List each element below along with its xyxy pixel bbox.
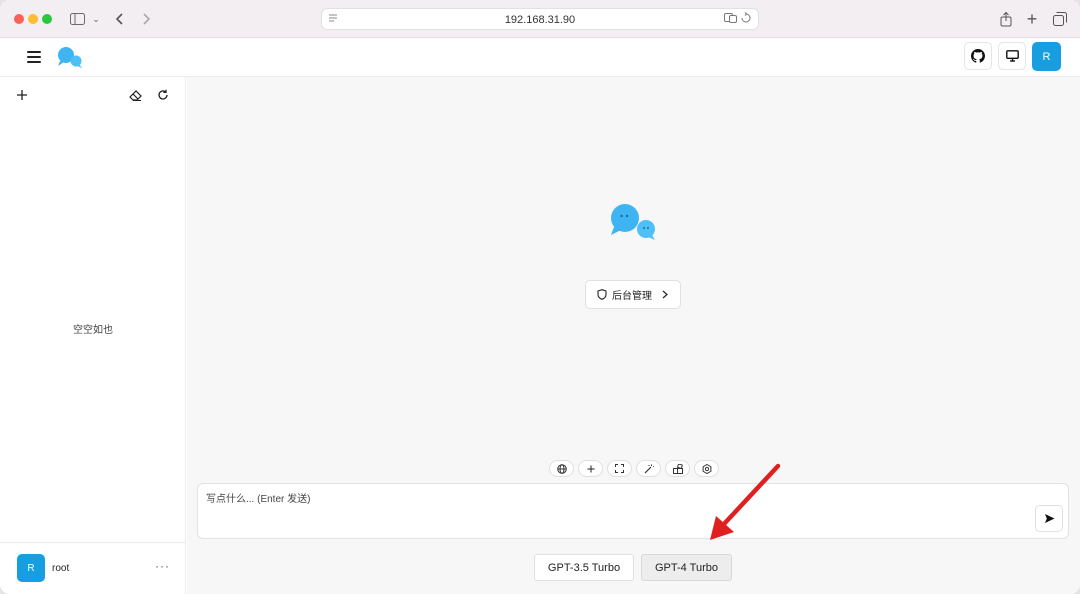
- chat-logo-icon: [611, 204, 655, 240]
- settings-icon[interactable]: [694, 460, 719, 477]
- input-toolbar: [549, 460, 719, 477]
- tab-overview-icon[interactable]: [1052, 9, 1068, 29]
- message-input-box: [197, 483, 1069, 539]
- browser-window: ⌄ 192.168.31.90 + R 空空如也 R root ··· 后台管理…: [0, 0, 1080, 594]
- message-input[interactable]: [206, 490, 1026, 530]
- zoom-window-button[interactable]: [42, 14, 52, 24]
- send-icon: [1044, 514, 1054, 523]
- translate-reload-icons[interactable]: [724, 12, 752, 27]
- app-header: R: [0, 38, 1080, 77]
- eraser-icon[interactable]: [127, 87, 143, 103]
- admin-panel-label: 后台管理: [612, 291, 652, 302]
- send-button[interactable]: [1035, 505, 1063, 532]
- plus-icon[interactable]: [578, 460, 603, 477]
- chevron-right-icon: [662, 290, 668, 299]
- menu-icon[interactable]: [24, 48, 44, 66]
- shield-icon: [597, 289, 607, 300]
- theme-toggle-button[interactable]: [998, 42, 1026, 70]
- header-avatar[interactable]: R: [1032, 42, 1061, 71]
- user-avatar[interactable]: R: [17, 554, 45, 582]
- browser-toolbar: ⌄ 192.168.31.90 +: [0, 0, 1080, 38]
- logo-icon: [58, 47, 82, 68]
- sidebar-toggle-icon[interactable]: [68, 9, 86, 29]
- new-chat-icon[interactable]: [14, 87, 30, 103]
- github-button[interactable]: [964, 42, 992, 70]
- minimize-window-button[interactable]: [28, 14, 38, 24]
- refresh-icon[interactable]: [155, 87, 171, 103]
- more-options-icon[interactable]: ···: [155, 559, 170, 573]
- plugin-icon[interactable]: [665, 460, 690, 477]
- back-icon[interactable]: [113, 9, 127, 29]
- admin-panel-button[interactable]: 后台管理: [585, 280, 681, 309]
- address-bar[interactable]: 192.168.31.90: [321, 8, 759, 30]
- chat-main: 后台管理 写点什么... (Enter 发送) GPT-3.5 Turbo GP…: [187, 77, 1080, 594]
- forward-icon[interactable]: [139, 9, 153, 29]
- model-selector: GPT-3.5 Turbo GPT-4 Turbo: [534, 554, 732, 581]
- user-panel: R root ···: [0, 542, 186, 594]
- model-gpt-4-turbo-button[interactable]: GPT-4 Turbo: [641, 554, 732, 581]
- globe-icon[interactable]: [549, 460, 574, 477]
- model-gpt-3-5-turbo-button[interactable]: GPT-3.5 Turbo: [534, 554, 634, 581]
- magic-wand-icon[interactable]: [636, 460, 661, 477]
- new-tab-icon[interactable]: +: [1024, 9, 1040, 29]
- github-icon: [971, 49, 985, 63]
- sidebar: 空空如也 R root ···: [0, 77, 186, 594]
- chevron-down-icon[interactable]: ⌄: [91, 9, 101, 29]
- monitor-icon: [1005, 50, 1019, 62]
- user-name: root: [52, 563, 70, 574]
- close-window-button[interactable]: [14, 14, 24, 24]
- address-text: 192.168.31.90: [504, 14, 576, 26]
- fullscreen-icon[interactable]: [607, 460, 632, 477]
- empty-state-text: 空空如也: [73, 325, 113, 336]
- share-icon[interactable]: [998, 9, 1014, 29]
